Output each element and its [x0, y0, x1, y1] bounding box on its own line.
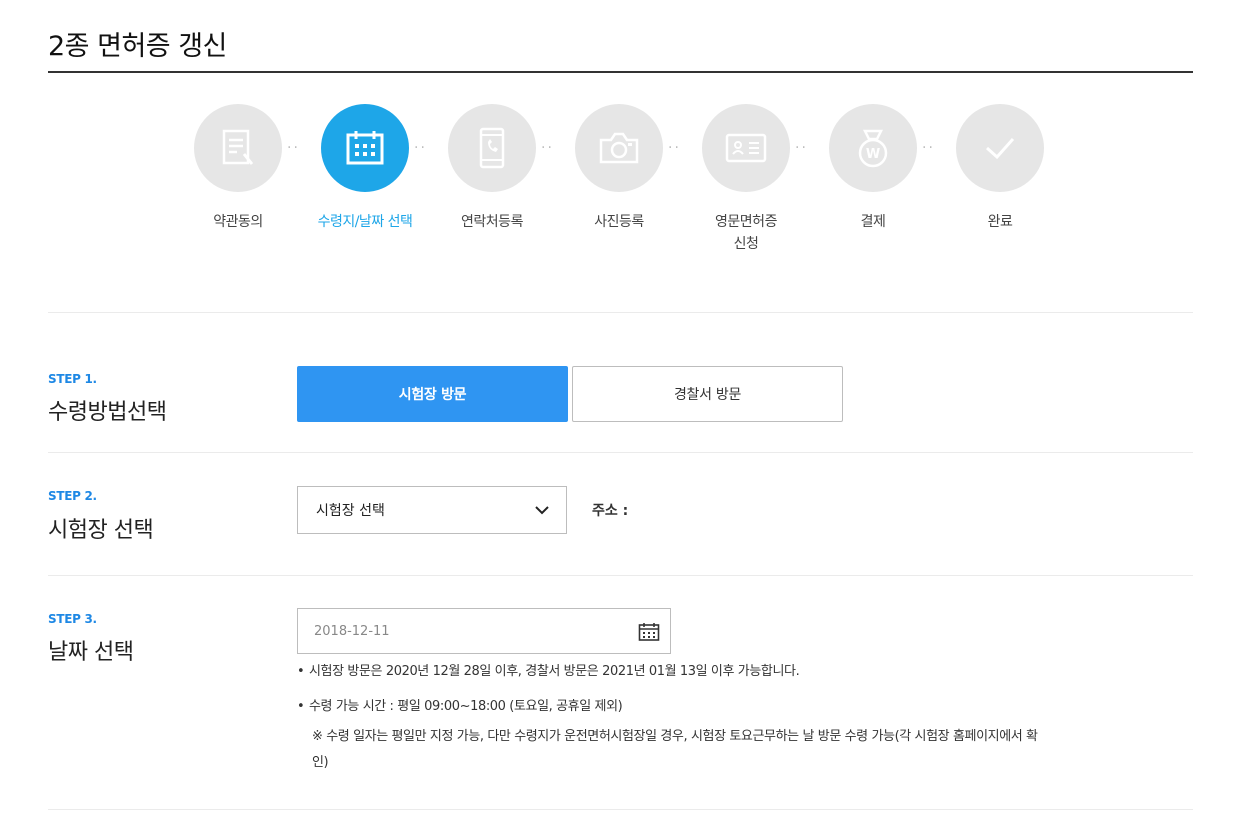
document-icon — [222, 129, 254, 165]
pickup-remark-line2: 인) — [312, 755, 329, 770]
won-bag-icon: W — [858, 129, 888, 168]
step-label-english-license: 영문면허증 신청 — [686, 211, 806, 255]
step-complete-circle — [956, 104, 1044, 192]
page-title: 2종 면허증 갱신 — [48, 31, 227, 62]
step-connector: ·· — [414, 140, 427, 156]
visit-test-site-button[interactable]: 시험장 방문 — [297, 366, 568, 422]
step-contact-circle — [448, 104, 536, 192]
title-divider — [48, 71, 1193, 73]
step-date-circle — [321, 104, 409, 192]
step-label-english-license-line2: 신청 — [733, 236, 759, 252]
chevron-down-icon — [535, 506, 549, 515]
camera-icon — [599, 132, 639, 164]
step2-title: 시험장 선택 — [48, 518, 154, 543]
step-connector: ·· — [541, 140, 554, 156]
svg-text:W: W — [866, 147, 880, 162]
step1-title: 수령방법선택 — [48, 400, 167, 425]
progress-stepper: ·· ·· ·· ·· ·· W ·· 약관동의 수령지/날짜 선택 연락처등록… — [0, 104, 1245, 274]
pickup-remark-line1: ※ 수령 일자는 평일만 지정 가능, 다만 수령지가 운전면허시험장일 경우,… — [312, 729, 1038, 744]
step-connector: ·· — [922, 140, 935, 156]
date-input-value: 2018-12-11 — [314, 623, 390, 639]
address-label: 주소 : — [592, 503, 629, 519]
check-icon — [985, 138, 1015, 160]
calendar-icon — [346, 131, 384, 165]
pickup-date-note-text: 시험장 방문은 2020년 12월 28일 이후, 경찰서 방문은 2021년 … — [309, 664, 800, 679]
section-divider — [48, 809, 1193, 810]
step-label-photo: 사진등록 — [594, 214, 644, 230]
calendar-icon[interactable] — [638, 622, 660, 642]
visit-police-station-button[interactable]: 경찰서 방문 — [572, 366, 843, 422]
step-connector: ·· — [668, 140, 681, 156]
mobile-phone-icon — [479, 127, 505, 169]
step3-title: 날짜 선택 — [48, 640, 134, 665]
test-site-select[interactable]: 시험장 선택 — [297, 486, 567, 534]
pickup-hours-note-text: 수령 가능 시간 : 평일 09:00~18:00 (토요일, 공휴일 제외) — [309, 699, 623, 714]
step-label-terms: 약관동의 — [213, 214, 263, 230]
pickup-hours-note: • 수령 가능 시간 : 평일 09:00~18:00 (토요일, 공휴일 제외) — [297, 699, 623, 714]
step-connector: ·· — [795, 140, 808, 156]
step1-tag: STEP 1. — [48, 372, 97, 386]
step-photo-circle — [575, 104, 663, 192]
step-english-license-circle — [702, 104, 790, 192]
step2-tag: STEP 2. — [48, 489, 97, 503]
step-label-english-license-line1: 영문면허증 — [715, 214, 777, 230]
step-label-complete: 완료 — [987, 214, 1013, 230]
step-terms-circle — [194, 104, 282, 192]
step3-tag: STEP 3. — [48, 612, 97, 626]
step-connector: ·· — [287, 140, 300, 156]
test-site-select-value: 시험장 선택 — [316, 503, 385, 519]
step-label-date: 수령지/날짜 선택 — [317, 214, 413, 230]
step-payment-circle: W — [829, 104, 917, 192]
pickup-remark: ※ 수령 일자는 평일만 지정 가능, 다만 수령지가 운전면허시험장일 경우,… — [312, 724, 1192, 776]
step-label-contact: 연락처등록 — [461, 214, 523, 230]
pickup-date-note: • 시험장 방문은 2020년 12월 28일 이후, 경찰서 방문은 2021년… — [297, 664, 800, 679]
section-divider — [48, 312, 1193, 313]
section-divider — [48, 575, 1193, 576]
section-divider — [48, 452, 1193, 453]
id-card-icon — [725, 133, 767, 163]
date-input[interactable]: 2018-12-11 — [297, 608, 671, 654]
step-label-payment: 결제 — [860, 214, 886, 230]
